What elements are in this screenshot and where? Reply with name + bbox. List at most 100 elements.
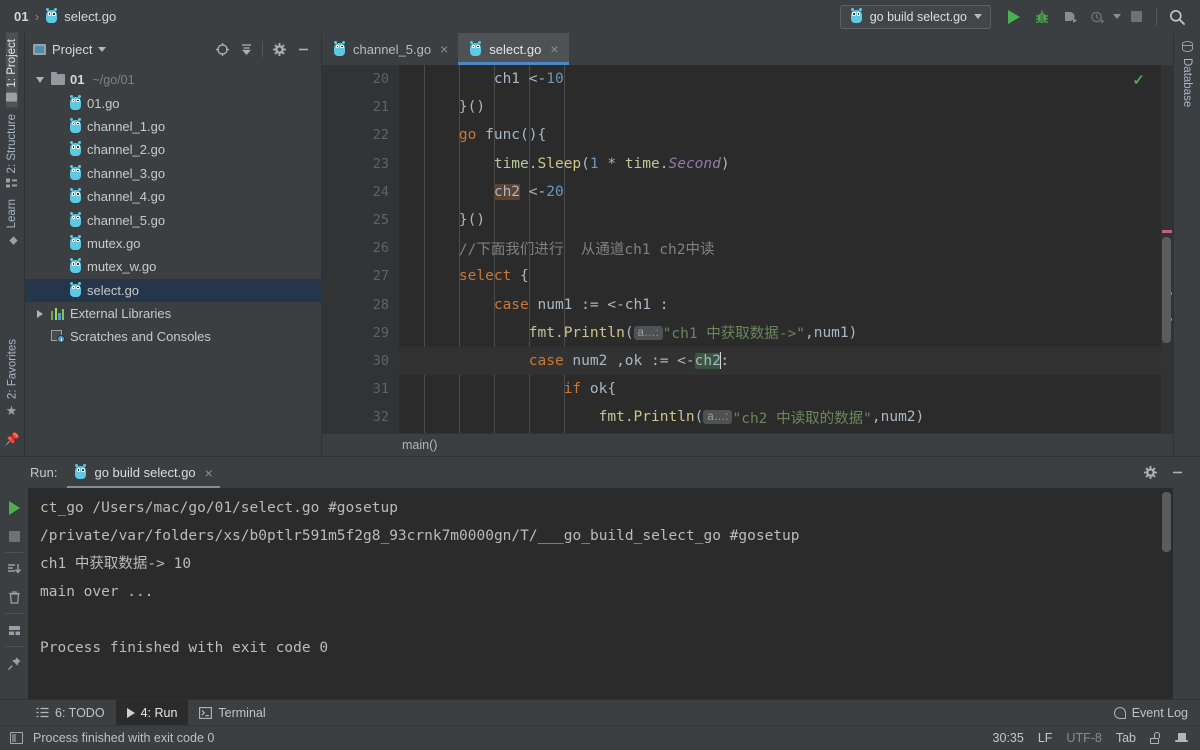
tree-row-file[interactable]: channel_4.go	[25, 185, 321, 208]
tree-row-file[interactable]: channel_5.go	[25, 208, 321, 231]
code-line-28[interactable]: case num1 := <-ch1 :	[399, 291, 1161, 319]
trash-icon	[8, 590, 20, 604]
breadcrumb-file[interactable]: select.go	[64, 9, 116, 24]
close-icon[interactable]: ×	[205, 466, 213, 480]
run-configuration-selector[interactable]: go build select.go	[839, 4, 991, 29]
scroll-end-icon	[7, 563, 21, 574]
run-session-tab[interactable]: go build select.go ×	[67, 457, 221, 488]
code-line-31[interactable]: if ok{	[399, 375, 1161, 403]
code-line-27[interactable]: select {	[399, 262, 1161, 290]
console-scrollbar-thumb[interactable]	[1162, 492, 1171, 552]
code-line-25[interactable]: }()	[399, 206, 1161, 234]
breadcrumb-function[interactable]: main()	[402, 438, 437, 452]
sidebar-item-database[interactable]: Database	[1181, 33, 1193, 115]
sidebar-item-structure[interactable]: 2: Structure	[6, 108, 18, 193]
breadcrumb-separator: ›	[34, 9, 40, 24]
line-number: 29	[372, 324, 389, 341]
tree-row-file[interactable]: channel_3.go	[25, 162, 321, 185]
code-line-26[interactable]: //下面我们进行 从通道ch1 ch2中读	[399, 234, 1161, 262]
sidebar-item-project[interactable]: 1: Project	[6, 33, 18, 108]
stripe-marker-warning[interactable]	[1162, 230, 1172, 233]
run-button[interactable]	[1001, 4, 1027, 30]
libraries-icon	[51, 307, 65, 320]
line-separator[interactable]: LF	[1038, 731, 1053, 745]
soft-wrap-button[interactable]	[1, 616, 27, 644]
pin-tab-button[interactable]	[1, 649, 27, 677]
caret-position[interactable]: 30:35	[993, 731, 1024, 745]
code-line-30[interactable]: case num2 ,ok := <- ch2:	[399, 346, 1161, 376]
code-editor[interactable]: ch1 <- 10 }() go func(){ time. Sleep(1 * t…	[399, 65, 1161, 433]
select-opened-file-icon[interactable]	[211, 38, 233, 60]
collapse-all-icon[interactable]	[235, 38, 257, 60]
line-number: 22	[372, 127, 389, 144]
divider	[5, 613, 23, 614]
close-icon[interactable]: ×	[440, 42, 448, 56]
chevron-down-icon[interactable]	[98, 46, 107, 52]
breadcrumb-project[interactable]: 01	[14, 9, 29, 24]
project-panel-title: Project	[52, 41, 93, 57]
tree-row-file[interactable]: mutex_w.go	[25, 255, 321, 278]
bottom-tab-todo[interactable]: 6: TODO	[25, 700, 116, 725]
tree-row-file[interactable]: channel_1.go	[25, 115, 321, 138]
search-everywhere-button[interactable]	[1164, 4, 1190, 30]
go-file-icon	[69, 234, 82, 251]
project-tree[interactable]: 01 ~/go/01 01.go channel_1.go channel_2.…	[25, 65, 321, 456]
window-layout-icon[interactable]	[10, 732, 23, 744]
gear-icon[interactable]	[268, 38, 290, 60]
clear-all-button[interactable]	[1, 583, 27, 611]
bottom-tab-run[interactable]: 4: Run	[115, 700, 189, 725]
editor-tab-channel5[interactable]: channel_5.go ×	[322, 33, 458, 65]
tree-row-file[interactable]: channel_2.go	[25, 138, 321, 161]
run-with-coverage-button[interactable]	[1057, 4, 1083, 30]
stop-button	[1, 522, 27, 550]
code-line-32[interactable]: fmt. Println(a…: "ch2 中读取的数据" ,num2)	[399, 403, 1161, 431]
go-file-icon	[45, 8, 58, 24]
tree-row-scratches[interactable]: Scratches and Consoles	[25, 325, 321, 348]
tree-row-root[interactable]: 01 ~/go/01	[25, 68, 321, 91]
debug-button[interactable]	[1029, 4, 1055, 30]
ide-window: 01 › select.go go build select.go 1: Pro…	[0, 0, 1200, 750]
sidebar-item-pin[interactable]: 📌	[5, 425, 19, 452]
close-icon[interactable]: ×	[550, 42, 558, 56]
scroll-to-end-button[interactable]	[1, 555, 27, 583]
editor-gutter[interactable]: 20 21 22 23 24 25 26 27 28 29 30 31 32	[322, 65, 399, 433]
sidebar-item-favorites[interactable]: ★ 2: Favorites	[5, 333, 20, 425]
file-encoding[interactable]: UTF-8	[1066, 731, 1101, 745]
inspection-status-icon[interactable]: ✓	[1132, 71, 1145, 89]
status-message: Process finished with exit code 0	[33, 731, 215, 745]
rerun-button[interactable]	[1, 494, 27, 522]
error-stripe-marker-panel[interactable]	[1161, 65, 1173, 433]
console-line: Process finished with exit code 0	[40, 640, 329, 656]
console-line: /private/var/folders/xs/b0ptlr591m5f2g8_…	[40, 528, 800, 544]
go-file-icon	[333, 40, 346, 57]
indent-setting[interactable]: Tab	[1116, 731, 1136, 745]
profile-button[interactable]	[1085, 4, 1111, 30]
tree-row-file-selected[interactable]: select.go	[25, 278, 321, 302]
event-log-button[interactable]: Event Log	[1113, 700, 1200, 725]
editor-tab-select[interactable]: select.go ×	[458, 33, 569, 65]
sidebar-item-learn[interactable]: ◆ Learn	[6, 193, 19, 249]
expand-arrow-icon[interactable]	[33, 309, 46, 318]
code-line-22[interactable]: go func(){	[399, 121, 1161, 149]
divider	[262, 41, 263, 57]
code-line-21[interactable]: }()	[399, 93, 1161, 121]
tree-row-external-libraries[interactable]: External Libraries	[25, 302, 321, 325]
code-line-29[interactable]: fmt. Println(a…: "ch1 中获取数据->" ,num1)	[399, 319, 1161, 347]
gear-icon[interactable]	[1139, 462, 1161, 484]
tree-row-file[interactable]: mutex.go	[25, 232, 321, 255]
code-line-23[interactable]: time. Sleep(1 * time. Second)	[399, 150, 1161, 178]
lock-icon[interactable]	[1150, 732, 1161, 744]
code-line-24[interactable]: ch2 <- 20	[399, 178, 1161, 206]
powersave-icon[interactable]	[1175, 732, 1188, 745]
project-icon	[33, 43, 46, 55]
console-output[interactable]: ct_go /Users/mac/go/01/select.go #gosetu…	[28, 488, 1173, 699]
go-file-icon	[69, 141, 82, 157]
profile-chevron-down-icon[interactable]	[1113, 14, 1121, 19]
hide-panel-icon[interactable]	[1166, 462, 1188, 484]
code-line-20[interactable]: ch1 <- 10	[399, 65, 1161, 93]
hide-panel-icon[interactable]	[292, 38, 314, 60]
expand-arrow-icon[interactable]	[33, 76, 46, 83]
editor-scrollbar-thumb[interactable]	[1162, 237, 1171, 343]
tree-row-file[interactable]: 01.go	[25, 91, 321, 114]
bottom-tab-terminal[interactable]: Terminal	[188, 700, 276, 725]
